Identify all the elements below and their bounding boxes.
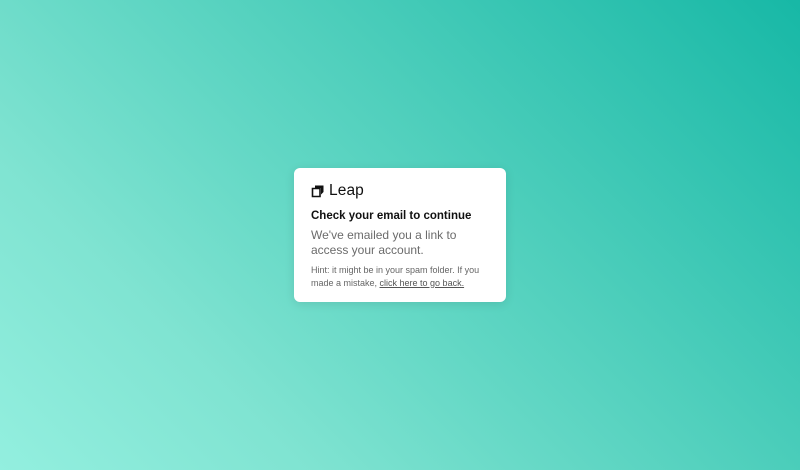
email-confirmation-card: Leap Check your email to continue We've … <box>294 168 506 302</box>
hint-text: Hint: it might be in your spam folder. I… <box>311 264 489 289</box>
brand: Leap <box>311 182 489 200</box>
brand-name: Leap <box>329 182 364 199</box>
card-message: We've emailed you a link to access your … <box>311 228 457 257</box>
card-heading: Check your email to continue <box>311 210 472 222</box>
go-back-link[interactable]: click here to go back. <box>380 278 465 288</box>
leap-logo-icon <box>311 184 329 198</box>
